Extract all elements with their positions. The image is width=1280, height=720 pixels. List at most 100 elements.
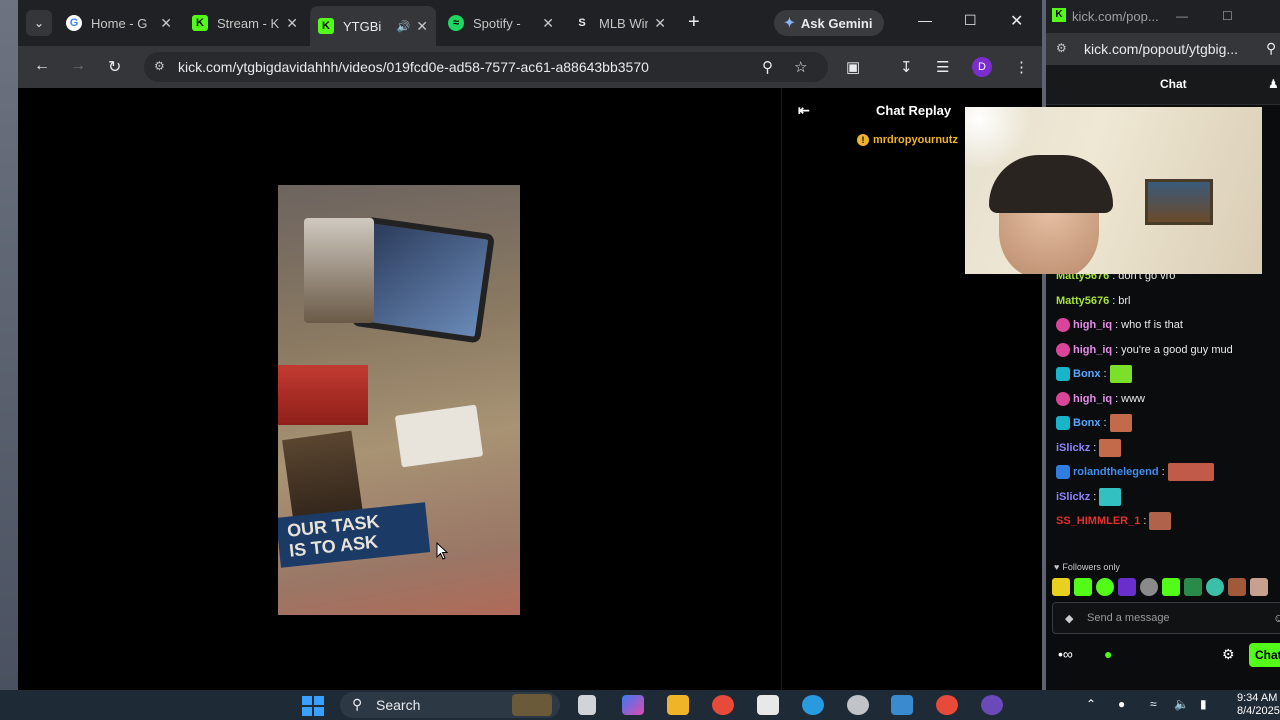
url-text: kick.com/ytgbigdavidahhh/videos/019fcd0e… bbox=[178, 59, 649, 75]
tab-mlb[interactable]: S MLB Win ✕ bbox=[566, 8, 674, 38]
new-tab-button[interactable]: + bbox=[688, 11, 700, 34]
send-chat-button[interactable]: Chat bbox=[1249, 643, 1280, 667]
users-icon[interactable]: ♟ bbox=[1268, 77, 1279, 91]
emote-button[interactable] bbox=[1074, 578, 1092, 596]
message-input[interactable]: ◆ Send a message ☺ bbox=[1052, 602, 1280, 634]
file-explorer-icon[interactable] bbox=[667, 695, 689, 715]
video-player[interactable]: OUR TASK IS TO ASK bbox=[278, 185, 520, 615]
chat-username[interactable]: Bonx bbox=[1073, 417, 1101, 429]
chat-message: high_iq: www bbox=[1056, 387, 1280, 412]
tab-spotify[interactable]: ≈ Spotify - ✕ bbox=[440, 8, 562, 38]
media-control-icon[interactable]: ☰ bbox=[936, 58, 949, 76]
kick-logo-icon[interactable]: ● bbox=[1104, 646, 1112, 662]
chat-message: Bonx: bbox=[1056, 362, 1280, 387]
close-icon[interactable]: ✕ bbox=[160, 15, 172, 32]
minimize-button[interactable]: — bbox=[918, 12, 932, 28]
pinned-user: mrdropyournutz bbox=[873, 134, 958, 146]
store-icon[interactable] bbox=[757, 695, 779, 715]
profile-avatar[interactable]: D bbox=[972, 57, 992, 77]
zoom-icon[interactable]: ⚲ bbox=[1266, 40, 1276, 57]
kick-icon: K bbox=[318, 18, 334, 34]
maximize-button[interactable]: ☐ bbox=[964, 12, 977, 29]
close-icon[interactable]: ✕ bbox=[286, 15, 298, 32]
collapse-chat-icon[interactable]: ⇤ bbox=[798, 102, 810, 119]
search-highlight-icon bbox=[512, 694, 552, 716]
close-icon[interactable]: ✕ bbox=[416, 18, 428, 35]
tray-chevron-icon[interactable]: ⌃ bbox=[1086, 697, 1096, 711]
chat-message: SS_HIMMLER_1: bbox=[1056, 509, 1280, 534]
close-icon[interactable]: ✕ bbox=[654, 15, 666, 32]
bookmark-star-icon[interactable]: ☆ bbox=[794, 58, 807, 76]
site-info-icon[interactable]: ⚙ bbox=[154, 59, 165, 73]
forward-button[interactable]: → bbox=[70, 57, 86, 75]
chat-username[interactable]: high_iq bbox=[1073, 344, 1112, 356]
photos-icon[interactable] bbox=[891, 695, 913, 715]
microphone-icon[interactable]: ● bbox=[1118, 697, 1125, 711]
start-button[interactable] bbox=[302, 696, 324, 716]
emote-button[interactable] bbox=[1140, 578, 1158, 596]
volume-icon[interactable]: 🔈 bbox=[1174, 697, 1189, 711]
emote-button[interactable] bbox=[1052, 578, 1070, 596]
chat-emote-icon bbox=[1099, 487, 1122, 506]
tab-ytgbi[interactable]: K YTGBi 🔊 ✕ bbox=[310, 6, 436, 46]
chat-emote-icon bbox=[1099, 438, 1122, 457]
popout-maximize-button[interactable]: ☐ bbox=[1222, 9, 1233, 23]
close-window-button[interactable]: ✕ bbox=[1010, 11, 1023, 31]
emote-button[interactable] bbox=[1118, 578, 1136, 596]
popout-tabs: Chat ♟ bbox=[1046, 65, 1280, 105]
settings-gear-icon[interactable]: ⚙ bbox=[1222, 646, 1235, 663]
task-view-icon[interactable] bbox=[578, 695, 596, 715]
close-icon[interactable]: ✕ bbox=[542, 15, 554, 32]
pinned-message[interactable]: ! mrdropyournutz bbox=[857, 134, 958, 146]
chat-username[interactable]: iSlickz bbox=[1056, 442, 1090, 454]
chat-message: Matty5676: brl bbox=[1056, 289, 1280, 314]
zoom-icon[interactable]: ⚲ bbox=[762, 58, 773, 76]
chat-separator: : bbox=[1093, 441, 1097, 454]
emoji-icon[interactable]: ☺ bbox=[1273, 611, 1280, 625]
media-player-icon[interactable] bbox=[981, 695, 1003, 715]
chat-message: Bonx: bbox=[1056, 411, 1280, 436]
copilot-icon[interactable] bbox=[622, 695, 644, 715]
chat-username[interactable]: high_iq bbox=[1073, 393, 1112, 405]
tab-search-button[interactable]: ⌄ bbox=[26, 10, 52, 36]
chat-username[interactable]: Bonx bbox=[1073, 368, 1101, 380]
points-icon[interactable]: •∞ bbox=[1058, 646, 1073, 662]
chrome-icon[interactable] bbox=[712, 695, 734, 715]
popout-address-bar[interactable]: ⚙ kick.com/popout/ytgbig... ⚲ bbox=[1046, 33, 1280, 65]
tab-home[interactable]: G Home - G ✕ bbox=[58, 8, 180, 38]
download-icon[interactable]: ↧ bbox=[900, 58, 913, 76]
taskbar-search-label: Search bbox=[376, 697, 421, 713]
app-icon[interactable] bbox=[847, 695, 869, 715]
emote-button[interactable] bbox=[1096, 578, 1114, 596]
emote-button[interactable] bbox=[1184, 578, 1202, 596]
tab-chat[interactable]: Chat bbox=[1160, 77, 1187, 91]
reload-button[interactable]: ↻ bbox=[108, 57, 121, 77]
chat-username[interactable]: SS_HIMMLER_1 bbox=[1056, 515, 1140, 527]
emote-button[interactable] bbox=[1206, 578, 1224, 596]
chat-username[interactable]: rolandthelegend bbox=[1073, 466, 1159, 478]
ask-gemini-button[interactable]: ✦ Ask Gemini bbox=[774, 10, 884, 36]
kick-icon: K bbox=[1052, 8, 1066, 22]
site-info-icon[interactable]: ⚙ bbox=[1056, 41, 1067, 55]
emote-button[interactable] bbox=[1250, 578, 1268, 596]
chat-username[interactable]: Matty5676 bbox=[1056, 295, 1109, 307]
chat-username[interactable]: high_iq bbox=[1073, 319, 1112, 331]
emote-button[interactable] bbox=[1228, 578, 1246, 596]
wifi-icon[interactable]: ≈ bbox=[1150, 697, 1157, 711]
taskbar-search[interactable]: ⚲ Search bbox=[340, 692, 560, 718]
taskbar: ⚲ Search ⌃ ● ≈ 🔈 ▮ 9:34 AM 8/4/2025 bbox=[0, 690, 1280, 720]
speaker-icon[interactable]: 🔊 bbox=[397, 20, 411, 33]
back-button[interactable]: ← bbox=[34, 57, 50, 75]
edge-icon[interactable] bbox=[802, 695, 824, 715]
chat-username[interactable]: iSlickz bbox=[1056, 491, 1090, 503]
extensions-icon[interactable]: ▣ bbox=[846, 58, 860, 76]
address-bar[interactable]: ⚙ kick.com/ytgbigdavidahhh/videos/019fcd… bbox=[144, 52, 828, 82]
popout-minimize-button[interactable]: — bbox=[1176, 9, 1188, 23]
battery-icon[interactable]: ▮ bbox=[1200, 697, 1207, 711]
chrome-profile-icon[interactable] bbox=[936, 695, 958, 715]
tab-stream[interactable]: K Stream - K ✕ bbox=[184, 8, 306, 38]
emote-button[interactable] bbox=[1162, 578, 1180, 596]
chat-text: who tf is that bbox=[1121, 319, 1183, 332]
menu-icon[interactable]: ⋮ bbox=[1014, 58, 1029, 76]
clock[interactable]: 9:34 AM 8/4/2025 bbox=[1237, 692, 1280, 718]
